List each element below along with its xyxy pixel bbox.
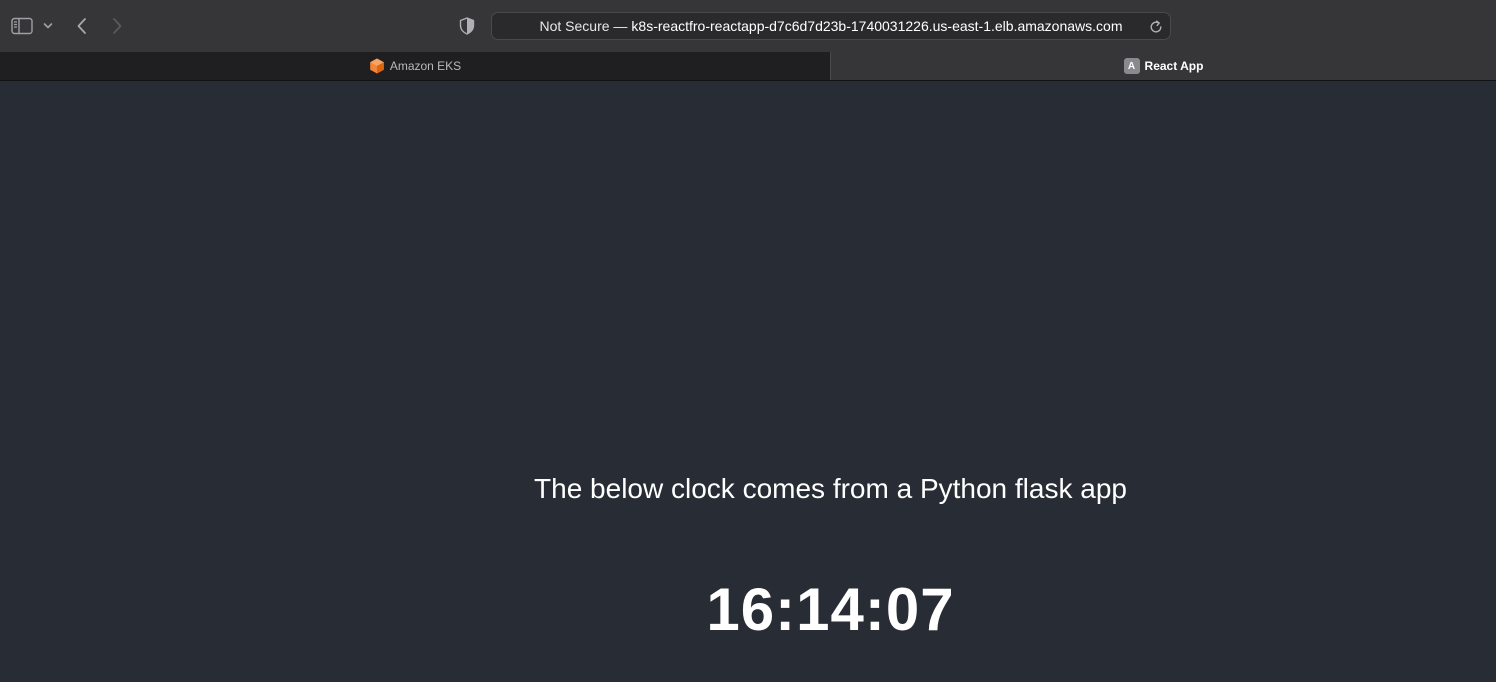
tab-bar: Amazon EKS A React App <box>0 52 1496 81</box>
chevron-down-icon[interactable] <box>40 16 56 36</box>
tab-amazon-eks[interactable]: Amazon EKS <box>0 52 830 80</box>
aws-eks-icon <box>369 58 385 74</box>
url-text: k8s-reactfro-reactapp-d7c6d7d23b-1740031… <box>631 18 1123 34</box>
reload-icon[interactable] <box>1145 16 1167 38</box>
favicon-letter: A <box>1123 58 1140 74</box>
page-headline: The below clock comes from a Python flas… <box>534 473 1127 504</box>
clock-display: 16:14:07 <box>706 576 955 643</box>
tab-react-app[interactable]: A React App <box>830 52 1496 80</box>
page-content: The below clock comes from a Python flas… <box>0 81 1496 682</box>
address-bar[interactable]: Not Secure — k8s-reactfro-reactapp-d7c6d… <box>491 12 1171 40</box>
chevron-right-icon[interactable] <box>105 12 129 40</box>
react-app-favicon: A <box>1123 58 1140 74</box>
tab-label: Amazon EKS <box>389 59 462 73</box>
chevron-left-icon[interactable] <box>70 12 94 40</box>
sidebar-icon[interactable] <box>8 12 36 40</box>
shield-icon[interactable] <box>455 12 479 40</box>
browser-toolbar: Not Secure — k8s-reactfro-reactapp-d7c6d… <box>0 0 1496 52</box>
tab-label: React App <box>1144 59 1204 73</box>
security-label: Not Secure — <box>539 18 628 34</box>
